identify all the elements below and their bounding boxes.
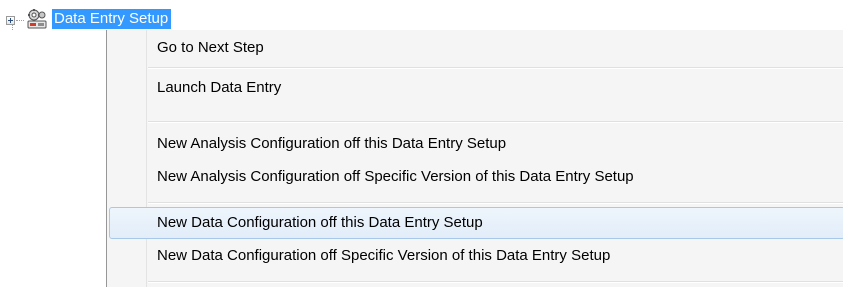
menu-item-label: New Analysis Configuration off Specific …: [157, 168, 634, 185]
screen: Data Entry Setup Go to Next Step Launch …: [0, 0, 843, 287]
menu-separator: [148, 202, 843, 204]
menu-item-label: Launch Data Entry: [157, 79, 282, 96]
menu-separator: [148, 67, 843, 69]
expand-plus-icon[interactable]: [6, 15, 15, 25]
context-menu: Go to Next Step Launch Data Entry New An…: [106, 30, 843, 287]
tree-node-label[interactable]: Data Entry Setup: [52, 9, 172, 29]
menu-item-new-data-configuration[interactable]: New Data Configuration off this Data Ent…: [109, 207, 843, 239]
tree-node-data-entry-setup[interactable]: Data Entry Setup: [4, 8, 172, 30]
menu-item-label: New Analysis Configuration off this Data…: [157, 135, 507, 152]
menu-item-label: Go to Next Step: [157, 39, 264, 56]
menu-item-new-data-configuration-specific-version[interactable]: New Data Configuration off Specific Vers…: [109, 240, 843, 272]
menu-item-launch-data-entry[interactable]: Launch Data Entry: [109, 72, 843, 104]
menu-item-go-to-next-step[interactable]: Go to Next Step: [109, 32, 843, 64]
menu-item-label: New Data Configuration off Specific Vers…: [157, 247, 611, 264]
menu-item-new-analysis-configuration-specific-version[interactable]: New Analysis Configuration off Specific …: [109, 161, 843, 193]
menu-item-new-analysis-configuration[interactable]: New Analysis Configuration off this Data…: [109, 128, 843, 160]
menu-separator: [148, 281, 843, 283]
tree-connector-line: [16, 19, 24, 21]
menu-separator: [148, 121, 843, 123]
data-entry-setup-icon: [27, 9, 47, 29]
menu-item-label: New Data Configuration off this Data Ent…: [157, 214, 483, 231]
